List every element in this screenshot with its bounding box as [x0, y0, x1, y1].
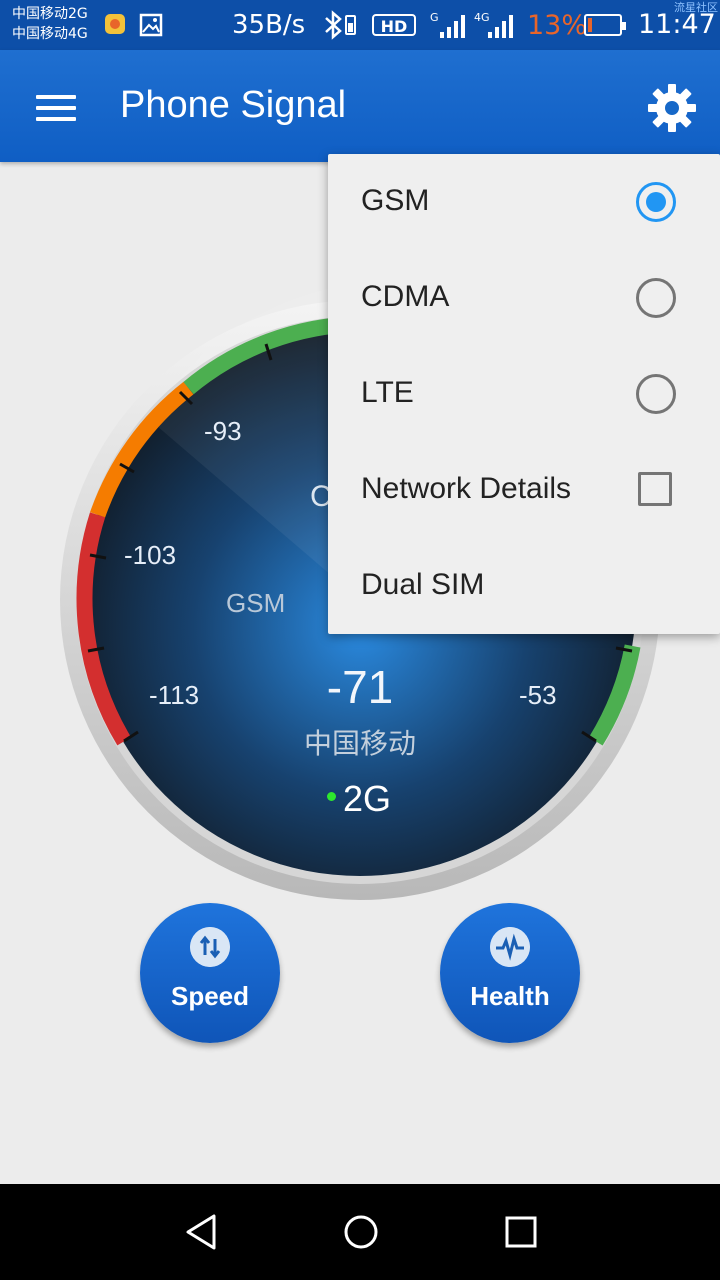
menu-item-gsm[interactable]: GSM	[328, 154, 720, 250]
lte-radio-button[interactable]	[636, 374, 676, 414]
health-button-label: Health	[470, 981, 550, 1011]
gsm-radio-button[interactable]	[636, 182, 676, 222]
menu-item-label: CDMA	[361, 280, 450, 313]
navigation-bar	[0, 1184, 720, 1280]
speed-button[interactable]: Speed	[140, 903, 280, 1043]
recents-icon[interactable]	[499, 1210, 543, 1254]
speed-arrows-icon	[190, 927, 230, 967]
network-type-menu: GSM CDMA LTE Network Details Dual SIM	[328, 154, 720, 634]
back-icon[interactable]	[180, 1210, 224, 1254]
health-button[interactable]: Health	[440, 903, 580, 1043]
menu-item-label: LTE	[361, 376, 414, 409]
pulse-icon	[490, 927, 530, 967]
menu-item-cdma[interactable]: CDMA	[328, 250, 720, 346]
menu-item-dual-sim[interactable]: Dual SIM	[328, 538, 720, 634]
network-details-checkbox[interactable]	[638, 472, 672, 506]
menu-item-network-details[interactable]: Network Details	[328, 442, 720, 538]
speed-button-label: Speed	[170, 981, 250, 1011]
menu-item-label: Network Details	[361, 472, 572, 505]
menu-item-label: GSM	[361, 184, 430, 217]
menu-item-lte[interactable]: LTE	[328, 346, 720, 442]
menu-item-label: Dual SIM	[361, 568, 485, 601]
cdma-radio-button[interactable]	[636, 278, 676, 318]
home-icon[interactable]	[339, 1210, 383, 1254]
